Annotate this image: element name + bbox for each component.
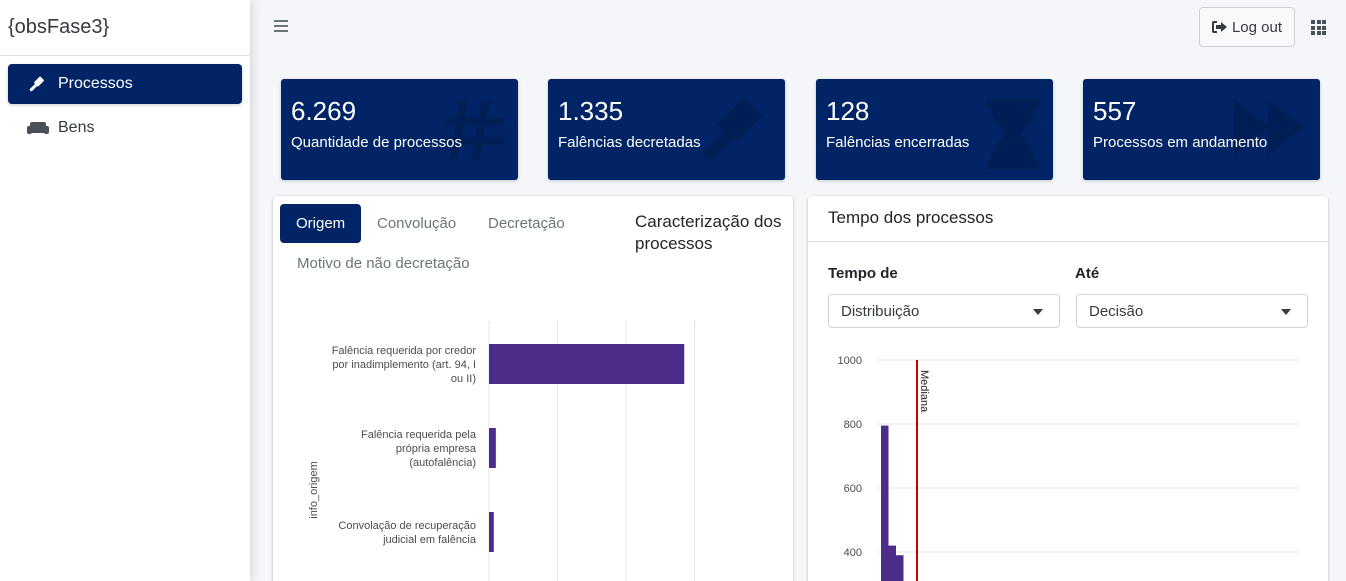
info-box-andamento: 557 Processos em andamento (1083, 79, 1320, 180)
histogram-bar (888, 545, 896, 581)
tick-label: (autofalência) (409, 457, 476, 469)
info-box-value: 6.269 (291, 96, 357, 126)
y-axis-label: info_origem (308, 461, 320, 518)
tick-label: Falência requerida por credor (332, 345, 477, 357)
info-box-label: Falências decretadas (558, 134, 701, 151)
tick-label: por inadimplemento (art. 94, I (332, 359, 476, 371)
gavel-icon (26, 75, 50, 93)
info-box-value: 1.335 (558, 96, 624, 126)
couch-icon (26, 119, 50, 137)
menu-toggle-icon[interactable] (274, 20, 288, 32)
y-tick-label: 1000 (838, 355, 862, 367)
hourglass-icon (987, 99, 1039, 174)
histogram-bar (881, 425, 889, 581)
bar (489, 344, 685, 384)
tick-label: Convolação de recuperação (338, 520, 476, 532)
y-tick-label: 600 (844, 483, 862, 495)
sidebar-item-label: Bens (58, 119, 95, 136)
info-box-quantidade: 6.269 Quantidade de processos (281, 79, 518, 180)
origem-bar-chart: Falência requerida por credor por inadimp… (308, 321, 695, 581)
logout-button[interactable]: Log out (1199, 7, 1295, 47)
info-box-value: 557 (1093, 96, 1137, 126)
tick-label: própria empresa (396, 443, 477, 455)
tick-label: ou II) (451, 373, 476, 385)
gavel-icon (701, 98, 771, 170)
info-box-label: Processos em andamento (1093, 134, 1268, 151)
y-tick-label: 400 (844, 547, 862, 559)
info-box-value: 128 (826, 96, 870, 126)
info-box-encerradas: 128 Falências encerradas (816, 79, 1053, 180)
info-box-label: Quantidade de processos (291, 134, 462, 151)
median-label: Mediana (918, 370, 930, 413)
info-box-decretadas: 1.335 Falências decretadas (548, 79, 785, 180)
bar (489, 512, 494, 552)
tempo-histogram: 400 600 800 1000 Mediana (838, 355, 1298, 581)
histogram-bar (896, 555, 904, 581)
y-tick-label: 800 (844, 419, 862, 431)
info-box-label: Falências encerradas (826, 134, 970, 151)
sign-out-icon (1211, 21, 1227, 33)
bar (489, 428, 496, 468)
sidebar-nav: Processos Bens (0, 56, 250, 160)
sidebar-item-label: Processos (58, 75, 133, 92)
tick-label: judicial em falência (382, 534, 477, 546)
apps-grid-icon[interactable] (1311, 20, 1326, 35)
tick-label: Falência requerida pela (361, 429, 477, 441)
logout-label: Log out (1231, 18, 1283, 36)
caracterizacao-card: Origem Convolução Decretação Motivo de n… (273, 196, 793, 581)
sidebar-item-processos[interactable]: Processos (8, 64, 242, 104)
sidebar-item-bens[interactable]: Bens (8, 108, 242, 148)
hashtag-icon (446, 99, 504, 166)
topbar: Log out (250, 0, 1346, 56)
sidebar: {obsFase3} Processos Bens (0, 0, 250, 581)
tempo-processos-card: Tempo dos processos Tempo de Distribuiçã… (808, 196, 1328, 581)
brand-title[interactable]: {obsFase3} (0, 0, 250, 56)
